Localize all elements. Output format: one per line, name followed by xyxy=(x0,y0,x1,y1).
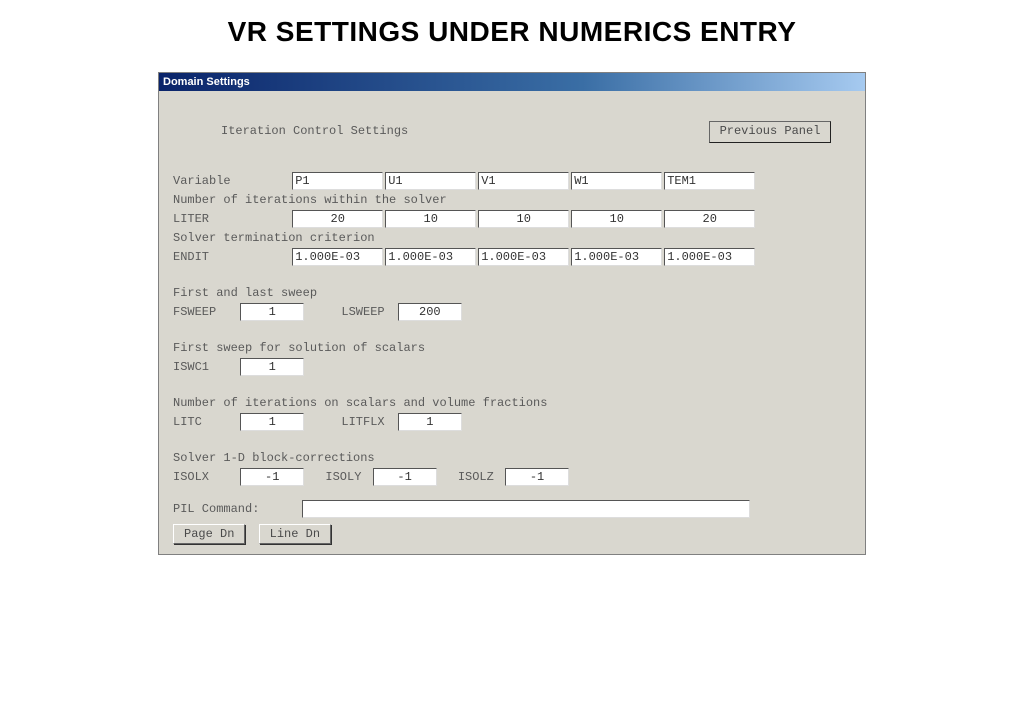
iswc1-label: ISWC1 xyxy=(173,360,229,374)
isoly-label: ISOLY xyxy=(325,470,361,484)
pil-command-label: PIL Command: xyxy=(173,502,293,516)
isolx-label: ISOLX xyxy=(173,470,229,484)
liter-3[interactable]: 10 xyxy=(571,210,662,228)
isolz-label: ISOLZ xyxy=(458,470,494,484)
page-dn-button[interactable]: Page Dn xyxy=(173,524,245,544)
endit-0[interactable]: 1.000E-03 xyxy=(292,248,383,266)
fsweep-label: FSWEEP xyxy=(173,305,229,319)
litflx-label: LITFLX xyxy=(341,415,384,429)
fsweep-input[interactable]: 1 xyxy=(240,303,304,321)
litc-input[interactable]: 1 xyxy=(240,413,304,431)
litc-label: LITC xyxy=(173,415,229,429)
lsweep-label: LSWEEP xyxy=(341,305,384,319)
line-dn-button[interactable]: Line Dn xyxy=(259,524,331,544)
isolx-input[interactable]: -1 xyxy=(240,468,304,486)
section-title: Iteration Control Settings xyxy=(221,124,408,138)
num-iterations-label: Number of iterations within the solver xyxy=(173,193,851,207)
first-last-sweep-label: First and last sweep xyxy=(173,286,851,300)
liter-0[interactable]: 20 xyxy=(292,210,383,228)
isoly-input[interactable]: -1 xyxy=(373,468,437,486)
endit-label: ENDIT xyxy=(173,250,285,264)
liter-4[interactable]: 20 xyxy=(664,210,755,228)
window-title-bar: Domain Settings xyxy=(159,73,865,91)
liter-label: LITER xyxy=(173,212,285,226)
litflx-input[interactable]: 1 xyxy=(398,413,462,431)
variable-tem1[interactable]: TEM1 xyxy=(664,172,755,190)
variable-u1[interactable]: U1 xyxy=(385,172,476,190)
previous-panel-button[interactable]: Previous Panel xyxy=(709,121,831,143)
liter-1[interactable]: 10 xyxy=(385,210,476,228)
variable-v1[interactable]: V1 xyxy=(478,172,569,190)
num-iter-scalars-label: Number of iterations on scalars and volu… xyxy=(173,396,851,410)
termination-criterion-label: Solver termination criterion xyxy=(173,231,851,245)
pil-command-input[interactable] xyxy=(302,500,750,518)
endit-1[interactable]: 1.000E-03 xyxy=(385,248,476,266)
variable-p1[interactable]: P1 xyxy=(292,172,383,190)
lsweep-input[interactable]: 200 xyxy=(398,303,462,321)
isolz-input[interactable]: -1 xyxy=(505,468,569,486)
endit-2[interactable]: 1.000E-03 xyxy=(478,248,569,266)
endit-4[interactable]: 1.000E-03 xyxy=(664,248,755,266)
variable-w1[interactable]: W1 xyxy=(571,172,662,190)
liter-2[interactable]: 10 xyxy=(478,210,569,228)
block-corrections-label: Solver 1-D block-corrections xyxy=(173,451,851,465)
domain-settings-window: Domain Settings Iteration Control Settin… xyxy=(158,72,866,555)
endit-3[interactable]: 1.000E-03 xyxy=(571,248,662,266)
iswc1-input[interactable]: 1 xyxy=(240,358,304,376)
variable-label: Variable xyxy=(173,174,285,188)
first-sweep-scalars-label: First sweep for solution of scalars xyxy=(173,341,851,355)
window-body: Iteration Control Settings Previous Pane… xyxy=(159,91,865,554)
page-title: VR SETTINGS UNDER NUMERICS ENTRY xyxy=(0,0,1024,72)
